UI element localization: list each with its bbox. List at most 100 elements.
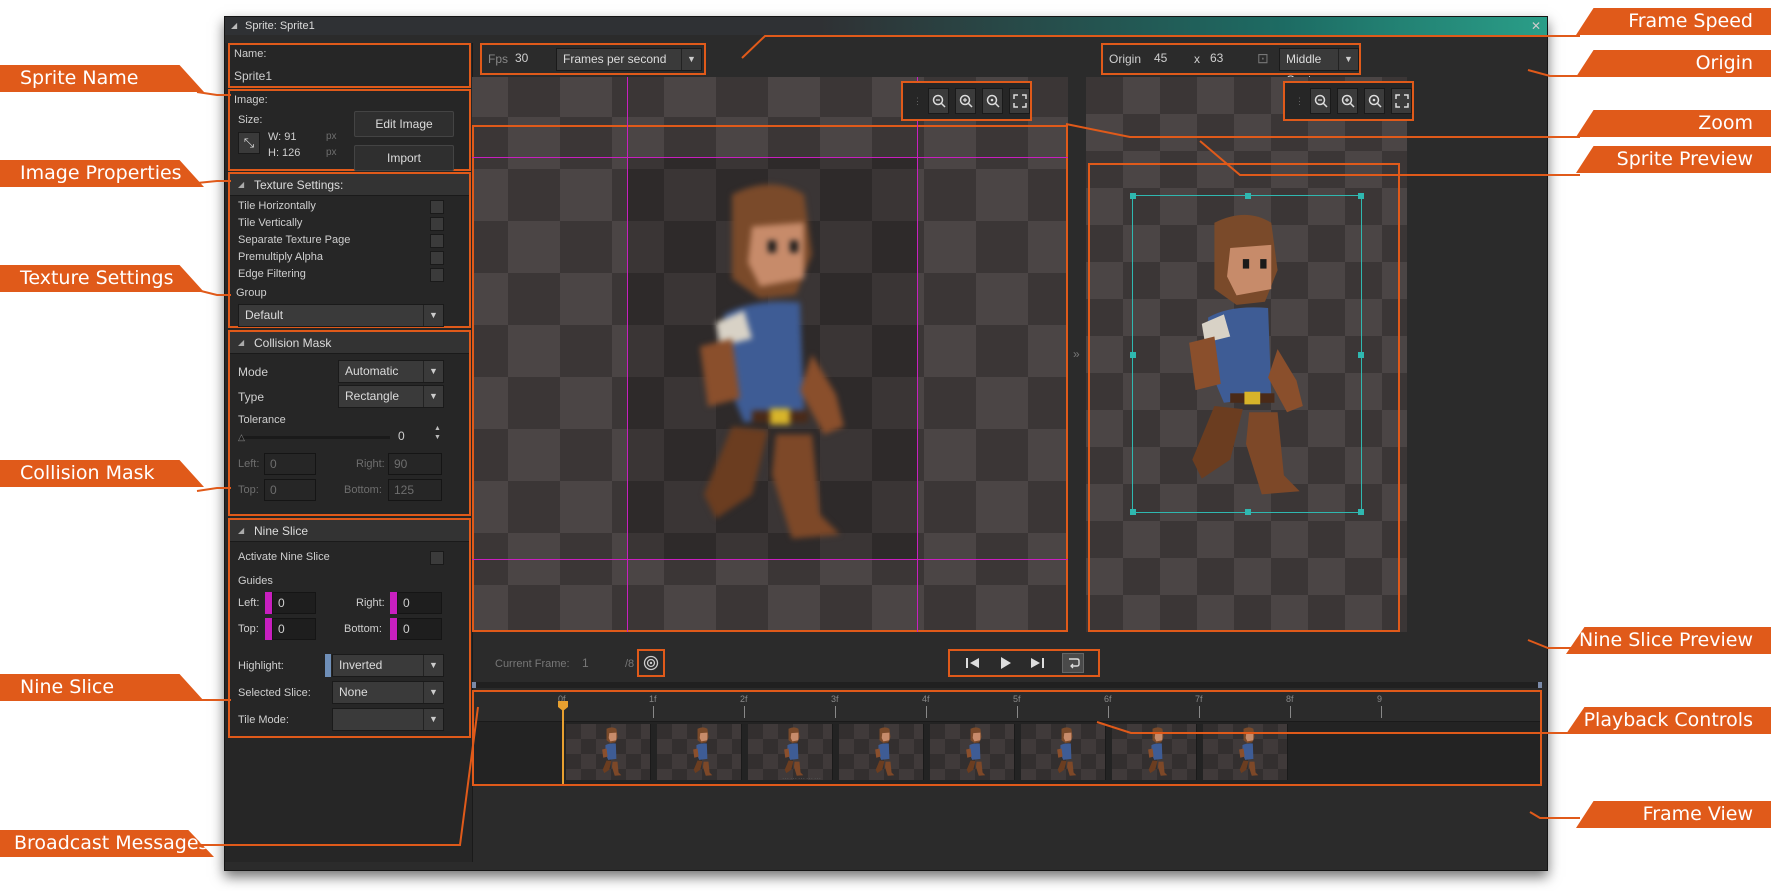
bbox-handle[interactable] — [1245, 193, 1251, 199]
import-button[interactable]: Import — [354, 145, 454, 171]
bbox-handle[interactable] — [1358, 193, 1364, 199]
close-icon[interactable]: ✕ — [1531, 17, 1541, 35]
play-icon[interactable] — [998, 656, 1012, 670]
nine-slice-header[interactable]: ◢ Nine Slice — [230, 520, 469, 542]
chevron-down-icon: ▼ — [423, 709, 443, 730]
collision-bottom-field[interactable]: 125 — [388, 479, 442, 501]
fps-field[interactable]: 30 — [510, 48, 552, 70]
edge-filtering-checkbox[interactable] — [430, 268, 444, 282]
tile-mode-dropdown[interactable]: ▼ — [332, 708, 444, 731]
tile-vertically-checkbox[interactable] — [430, 217, 444, 231]
group-dropdown[interactable]: Default ▼ — [238, 304, 444, 327]
fit-to-view-icon[interactable] — [1391, 88, 1412, 114]
frame-thumbnail[interactable] — [1021, 724, 1106, 780]
frame-thumbnail[interactable] — [748, 724, 833, 780]
tolerance-value[interactable]: 0 — [398, 429, 405, 443]
timeline-scrollbar[interactable] — [472, 682, 1542, 688]
callout-zoom: Zoom — [1576, 110, 1771, 137]
activate-label: Activate Nine Slice — [238, 551, 330, 563]
origin-x-field[interactable]: 45 — [1149, 48, 1189, 70]
timeline-tick-label: 7f — [1195, 694, 1203, 704]
guide-top-field[interactable]: 0 — [272, 618, 316, 640]
zoom-out-icon[interactable] — [928, 88, 949, 114]
premultiply-alpha-checkbox[interactable] — [430, 251, 444, 265]
bbox-handle[interactable] — [1130, 193, 1136, 199]
loop-toggle[interactable] — [1061, 653, 1084, 673]
broadcast-messages-button[interactable] — [637, 649, 665, 677]
sprite-preview-canvas[interactable] — [472, 77, 1068, 632]
tolerance-slider[interactable] — [240, 436, 390, 439]
zoom-in-icon[interactable] — [1337, 88, 1358, 114]
callout-playback-controls: Playback Controls — [1566, 707, 1771, 734]
collision-left-field[interactable]: 0 — [264, 453, 316, 475]
resize-grip-icon[interactable]: ⋯⋯⋯⋯⋯ — [782, 775, 822, 783]
timeline-tick-label: 6f — [1104, 694, 1112, 704]
guide-left-field[interactable]: 0 — [272, 592, 316, 614]
nine-slice-preview-canvas[interactable] — [1086, 77, 1407, 632]
zoom-reset-icon[interactable] — [982, 88, 1003, 114]
selected-slice-dropdown[interactable]: None ▼ — [332, 681, 444, 704]
activate-nine-slice-checkbox[interactable] — [430, 551, 444, 565]
frame-thumbnail[interactable] — [930, 724, 1015, 780]
guide-right-color — [390, 592, 397, 614]
frame-thumbnail[interactable] — [1203, 724, 1288, 780]
origin-y-field[interactable]: 63 — [1205, 48, 1245, 70]
frame-thumbnail[interactable] — [657, 724, 742, 780]
current-frame-field[interactable]: 1 — [577, 653, 621, 675]
resize-icon[interactable]: ⤡ — [238, 132, 260, 154]
zoom-out-icon[interactable] — [1310, 88, 1331, 114]
fps-mode-dropdown[interactable]: Frames per second ▼ — [556, 48, 702, 71]
skip-back-icon[interactable] — [965, 656, 981, 670]
tile-horizontally-checkbox[interactable] — [430, 200, 444, 214]
sprite-name-field[interactable]: Sprite1 — [234, 69, 272, 83]
sprite-name-section: Name: Sprite1 — [228, 43, 471, 88]
bbox-handle[interactable] — [1358, 352, 1364, 358]
slider-handle-icon[interactable]: △ — [238, 432, 245, 443]
callout-sprite-preview: Sprite Preview — [1576, 146, 1771, 173]
collision-mask-header[interactable]: ◢ Collision Mask — [230, 332, 469, 354]
collision-right-field[interactable]: 90 — [388, 453, 442, 475]
highlight-color-swatch[interactable] — [325, 654, 331, 677]
guide-left-line[interactable] — [627, 77, 628, 632]
image-label: Image: — [234, 94, 268, 106]
bbox-handle[interactable] — [1130, 352, 1136, 358]
separate-texture-checkbox[interactable] — [430, 234, 444, 248]
guide-right-label: Right: — [356, 597, 385, 609]
callout-broadcast-messages: Broadcast Messages — [0, 830, 214, 857]
highlight-dropdown[interactable]: Inverted ▼ — [332, 654, 444, 677]
frame-total: /8 — [625, 658, 635, 670]
skip-forward-icon[interactable] — [1029, 656, 1045, 670]
bbox-handle[interactable] — [1358, 509, 1364, 515]
split-arrow-icon[interactable]: » — [1073, 347, 1080, 361]
frame-strip — [562, 722, 1290, 782]
lock-icon[interactable]: ⊡ — [1257, 50, 1269, 67]
bbox-handle[interactable] — [1130, 509, 1136, 515]
timeline-ruler[interactable]: 0f 1f 2f 3f 4f 5f 6f 7f 8f 9 — [474, 692, 1540, 722]
zoom-reset-icon[interactable] — [1364, 88, 1385, 114]
spinner-icon[interactable]: ▲ ▼ — [434, 424, 441, 442]
guide-right-field[interactable]: 0 — [397, 592, 442, 614]
texture-settings-header[interactable]: ◢ Texture Settings: — [230, 174, 469, 196]
bbox-handle[interactable] — [1245, 509, 1251, 515]
guide-bottom-field[interactable]: 0 — [397, 618, 442, 640]
fit-to-view-icon[interactable] — [1009, 88, 1030, 114]
collapse-icon[interactable]: ◢ — [231, 17, 237, 35]
guide-bottom-line[interactable] — [472, 559, 1068, 560]
frame-thumbnail[interactable] — [839, 724, 924, 780]
guide-right-line[interactable] — [917, 77, 918, 632]
broadcast-icon — [643, 655, 659, 671]
zoom-in-icon[interactable] — [955, 88, 976, 114]
callout-frame-view: Frame View — [1576, 801, 1771, 828]
frame-thumbnail[interactable] — [1112, 724, 1197, 780]
grip-icon: ⋮ — [913, 95, 922, 106]
playhead[interactable] — [562, 702, 564, 784]
type-dropdown[interactable]: Rectangle ▼ — [338, 385, 444, 408]
edit-image-button[interactable]: Edit Image — [354, 111, 454, 137]
frame-thumbnail[interactable] — [566, 724, 651, 780]
frame-speed-bar: Fps 30 Frames per second ▼ — [480, 43, 706, 75]
guide-top-line[interactable] — [472, 157, 1068, 158]
mode-dropdown[interactable]: Automatic ▼ — [338, 360, 444, 383]
collision-top-field[interactable]: 0 — [264, 479, 316, 501]
origin-preset-dropdown[interactable]: Middle Centre▼ — [1279, 48, 1359, 87]
window-titlebar[interactable]: ◢ Sprite: Sprite1 ✕ — [225, 17, 1547, 35]
